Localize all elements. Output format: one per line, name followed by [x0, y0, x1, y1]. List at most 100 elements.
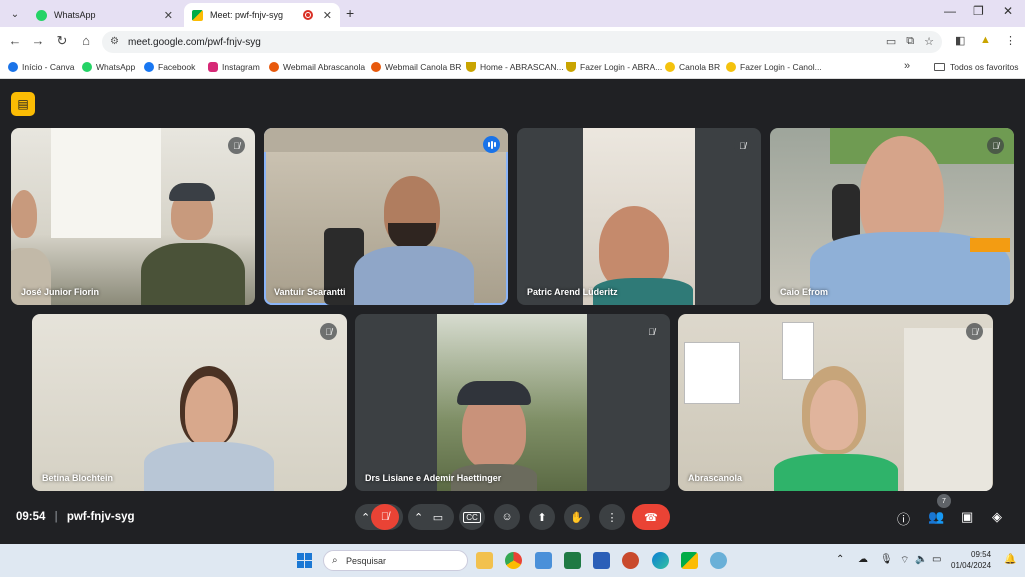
reactions-button[interactable]: ☺ [494, 504, 520, 530]
captions-button[interactable]: CC [459, 504, 485, 530]
bookmark-star-icon[interactable]: ☆ [924, 35, 934, 48]
tab-search-chevron-icon[interactable]: ⌄ [6, 5, 24, 23]
chevron-up-icon[interactable]: ⌃ [836, 554, 844, 565]
raise-hand-button[interactable]: ✋ [564, 504, 590, 530]
all-bookmarks-button[interactable]: Todos os favoritos [934, 62, 1019, 72]
more-bookmarks-icon[interactable]: » [904, 60, 910, 72]
edge-icon[interactable] [652, 552, 669, 569]
address-bar[interactable]: ⚙ meet.google.com/pwf-fnjv-syg ▭ ⧉ ☆ [102, 31, 942, 53]
captions-icon: CC [463, 511, 481, 523]
close-window-icon[interactable]: ✕ [1003, 4, 1013, 18]
search-placeholder: Pesquisar [346, 555, 387, 566]
bookmark-item[interactable]: Fazer Login - ABRA... [566, 62, 662, 72]
more-vert-icon: ⋮ [606, 511, 618, 524]
bookmark-item[interactable]: Fazer Login - Canol... [726, 62, 822, 72]
presentation-icon[interactable]: ▤ [11, 92, 35, 116]
bookmark-item[interactable]: Webmail Canola BR [371, 62, 461, 72]
camera-icon[interactable]: ▭ [886, 35, 896, 48]
system-clock[interactable]: 09:54 01/04/2024 [951, 549, 991, 571]
meet-controls-bar: 09:54 | pwf-fnjv-syg ⌃ 🎙̸ ⌃ ▭ CC ☺ ⬆ ✋ ⋮… [0, 494, 1025, 544]
participant-name: Vantuir Scarantti [274, 287, 346, 297]
hand-icon: ✋ [570, 511, 584, 524]
bookmark-item[interactable]: Instagram [208, 62, 260, 72]
side-panel-icon[interactable]: ◧ [955, 34, 965, 47]
tab-whatsapp[interactable]: WhatsApp ✕ [28, 3, 181, 27]
mic-toggle-button[interactable]: 🎙̸ [371, 504, 399, 530]
app-icon[interactable] [710, 552, 727, 569]
bookmark-item[interactable]: Home - ABRASCAN... [466, 62, 564, 72]
notification-bell-icon[interactable]: 🔔 [1004, 554, 1016, 565]
volume-icon[interactable]: 🔈 [915, 554, 927, 565]
bookmark-item[interactable]: Canola BR [665, 62, 720, 72]
facebook-icon [144, 62, 154, 72]
bookmark-item[interactable]: Facebook [144, 62, 195, 72]
participant-tile[interactable]: 🎙̸ Drs Lisiane e Ademir Haettinger [355, 314, 670, 491]
people-count-badge: 7 [937, 494, 951, 508]
close-icon[interactable]: ✕ [323, 9, 332, 22]
chat-icon[interactable]: ▣ [961, 509, 973, 525]
tab-meet[interactable]: Meet: pwf-fnjv-syg ✕ [184, 3, 340, 27]
chrome-icon[interactable] [505, 552, 522, 569]
abrascanola-icon [566, 62, 576, 72]
photos-icon[interactable] [535, 552, 552, 569]
extension-icon[interactable]: ▲ [980, 34, 991, 46]
taskbar-search-box[interactable]: ⌕ Pesquisar [323, 550, 468, 571]
microphone-icon[interactable]: 🎙 [880, 554, 893, 565]
mic-off-icon: 🎙̸ [643, 323, 660, 340]
word-icon[interactable] [593, 552, 610, 569]
menu-icon[interactable]: ⋮ [1005, 34, 1016, 47]
meet-icon[interactable] [681, 552, 698, 569]
restore-icon[interactable]: ❐ [973, 4, 984, 18]
new-tab-button[interactable]: + [346, 5, 354, 21]
bookmark-item[interactable]: Início - Canva [8, 62, 74, 72]
clock-time: 09:54 [971, 550, 992, 559]
cloud-icon[interactable]: ☁ [858, 554, 868, 565]
participant-tile[interactable]: 🎙̸ Caio Efrom [770, 128, 1014, 305]
close-icon[interactable]: ✕ [164, 9, 173, 22]
mic-off-icon: 🎙̸ [228, 137, 245, 154]
mic-off-icon: 🎙̸ [987, 137, 1004, 154]
participant-tile[interactable]: 🎙̸ Betina Blochtein [32, 314, 347, 491]
present-button[interactable]: ⬆ [529, 504, 555, 530]
participant-name: Abrascanola [688, 473, 743, 483]
meeting-details-icon[interactable]: ⓘ [897, 509, 910, 528]
mic-off-icon: 🎙̸ [380, 511, 390, 523]
forward-icon[interactable]: → [29, 33, 47, 48]
leave-call-button[interactable]: ☎ [632, 504, 670, 530]
canva-icon [8, 62, 18, 72]
meet-stage: ▤ 🎙̸ José Junior Fiorin Vantuir Scarantt… [0, 80, 1025, 544]
minimize-icon[interactable]: — [944, 4, 956, 18]
participant-tile-speaking[interactable]: Vantuir Scarantti [264, 128, 508, 305]
more-options-button[interactable]: ⋮ [599, 504, 625, 530]
present-screen-icon: ⬆ [537, 511, 547, 524]
chevron-up-icon: ⌃ [361, 511, 371, 524]
bookmark-item[interactable]: WhatsApp [82, 62, 135, 72]
camera-toggle-button[interactable]: ▭ [424, 504, 452, 530]
back-icon[interactable]: ← [6, 33, 24, 48]
meeting-time: 09:54 [16, 511, 46, 523]
powerpoint-icon[interactable] [622, 552, 639, 569]
windows-start-icon[interactable] [297, 553, 312, 568]
bookmark-item[interactable]: Webmail Abrascanola [269, 62, 365, 72]
people-icon[interactable]: 👥 [928, 509, 944, 525]
excel-icon[interactable] [564, 552, 581, 569]
participant-name: Caio Efrom [780, 287, 829, 297]
wifi-icon[interactable]: ⌔ [900, 554, 909, 567]
site-info-icon[interactable]: ⚙ [110, 36, 119, 47]
reload-icon[interactable]: ↻ [53, 33, 71, 49]
separator: | [54, 511, 58, 523]
mic-off-icon: 🎙̸ [320, 323, 337, 340]
participant-tile[interactable]: 🎙̸ Abrascanola [678, 314, 993, 491]
battery-icon[interactable]: ▭ [932, 554, 941, 565]
canola-icon [665, 62, 675, 72]
participant-tile[interactable]: 🎙̸ Patric Arend Lüderitz [517, 128, 761, 305]
participant-tile[interactable]: 🎙̸ José Junior Fiorin [11, 128, 255, 305]
meeting-code: pwf-fnjv-syg [66, 511, 135, 523]
open-in-icon[interactable]: ⧉ [906, 35, 914, 48]
home-icon[interactable]: ⌂ [77, 33, 95, 48]
whatsapp-icon [36, 9, 47, 21]
activities-icon[interactable]: ◈ [992, 509, 1002, 525]
whatsapp-icon [82, 62, 92, 72]
browser-toolbar: ← → ↻ ⌂ ⚙ meet.google.com/pwf-fnjv-syg ▭… [0, 27, 1025, 57]
file-explorer-icon[interactable] [476, 552, 493, 569]
